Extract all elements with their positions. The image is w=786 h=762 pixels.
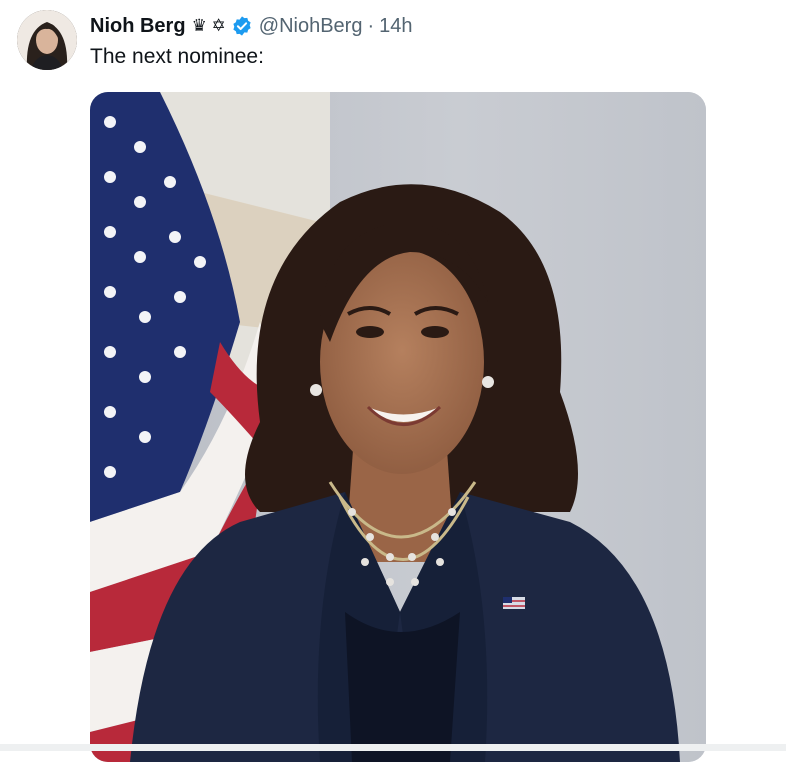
avatar[interactable] [17, 10, 77, 70]
separator-dot: · [367, 14, 375, 37]
author-name[interactable]: Nioh Berg [90, 15, 186, 38]
portrait-photo [90, 92, 706, 762]
avatar-image [17, 10, 77, 70]
post-text: The next nominee: [90, 45, 264, 68]
post-header: Nioh Berg ♛ ✡ @NiohBerg · 14h [90, 12, 413, 40]
post-media[interactable] [90, 92, 706, 762]
tweet[interactable]: Nioh Berg ♛ ✡ @NiohBerg · 14h The next n… [0, 0, 786, 762]
verified-badge-icon [233, 16, 251, 36]
author-emoji: ♛ ✡ [191, 16, 226, 35]
divider [0, 744, 786, 751]
author-handle[interactable]: @NiohBerg [259, 15, 363, 38]
post-timestamp[interactable]: 14h [379, 15, 412, 38]
